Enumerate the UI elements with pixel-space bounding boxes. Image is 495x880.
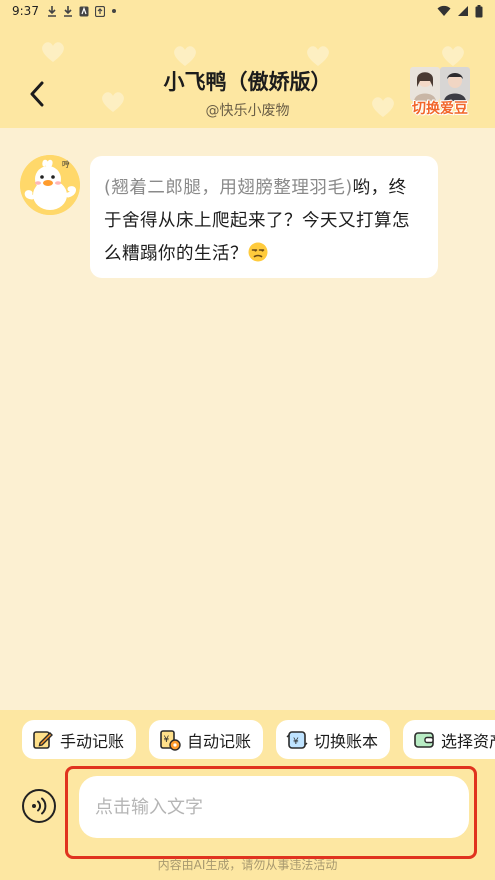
- chip-label: 选择资产: [441, 731, 495, 751]
- voice-input-button[interactable]: [22, 789, 56, 823]
- back-button[interactable]: [22, 78, 52, 110]
- manual-ledger-chip[interactable]: 手动记账: [22, 720, 137, 759]
- select-asset-chip[interactable]: 选择资产: [403, 720, 495, 759]
- decor-heart-icon: [307, 46, 329, 66]
- idol-avatars-icon: [410, 67, 470, 101]
- svg-text:¥: ¥: [293, 737, 299, 747]
- svg-text:哼: 哼: [62, 159, 70, 169]
- chip-label: 自动记账: [187, 731, 252, 751]
- edit-icon: [33, 730, 53, 749]
- svg-text:¥: ¥: [164, 735, 170, 745]
- dot-icon: [111, 9, 116, 13]
- status-time: 9:37: [12, 4, 39, 18]
- duck-icon: 哼: [20, 155, 80, 215]
- download-icon: [47, 6, 56, 17]
- chat-area[interactable]: 哼 (翘着二郎腿，用翅膀整理羽毛)哟，终于舍得从床上爬起来了？今天又打算怎么糟蹋…: [0, 128, 495, 710]
- message-bubble[interactable]: (翘着二郎腿，用翅膀整理羽毛)哟，终于舍得从床上爬起来了？今天又打算怎么糟蹋你的…: [90, 156, 438, 278]
- duck-avatar[interactable]: 哼: [20, 155, 80, 215]
- decor-heart-icon: [442, 46, 464, 66]
- page-subtitle: @快乐小废物: [205, 103, 290, 119]
- download-icon: [63, 6, 72, 17]
- ai-disclaimer: 内容由AI生成，请勿从事违法活动: [157, 858, 338, 872]
- back-arrow-icon: [30, 81, 44, 107]
- auto-ledger-chip[interactable]: ¥ 自动记账: [149, 720, 264, 759]
- chat-screen: 9:37 小飞鸭（傲娇版） @快乐小废物 切换爱豆 哼 (翘着二郎腿，用翅膀整理…: [0, 0, 495, 880]
- header: 9:37 小飞鸭（傲娇版） @快乐小废物 切换爱豆: [0, 0, 495, 128]
- status-bar: 9:37: [0, 0, 495, 22]
- switch-idol-label: 切换爱豆: [412, 101, 468, 117]
- decor-heart-icon: [42, 42, 64, 62]
- voice-icon: [32, 797, 47, 815]
- battery-icon: [475, 4, 483, 17]
- message-input[interactable]: [79, 776, 469, 838]
- message-action-text: (翘着二郎腿，用翅膀整理羽毛): [104, 178, 353, 198]
- unamused-face-icon: [248, 242, 268, 262]
- switch-ledger-chip[interactable]: ¥ 切换账本: [276, 720, 391, 759]
- title-block: 小飞鸭（傲娇版） @快乐小废物: [100, 66, 395, 120]
- auto-ledger-icon: ¥: [160, 729, 181, 751]
- switch-ledger-icon: ¥: [286, 730, 308, 749]
- chip-label: 手动记账: [60, 731, 125, 751]
- page-title: 小飞鸭（傲娇版）: [163, 70, 332, 94]
- notification-a-icon: [79, 6, 89, 16]
- quick-actions: 手动记账 ¥ 自动记账 ¥ 切换账本 选择资: [22, 720, 495, 760]
- wallet-icon: [414, 731, 434, 748]
- switch-idol-button[interactable]: 切换爱豆: [404, 67, 476, 121]
- wifi-icon: [437, 5, 451, 16]
- decor-heart-icon: [174, 46, 196, 66]
- signal-icon: [458, 6, 468, 16]
- bottom-panel: 手动记账 ¥ 自动记账 ¥ 切换账本 选择资 点击输入文字 内容由AI生成，请勿…: [0, 710, 495, 880]
- chip-label: 切换账本: [314, 731, 379, 751]
- notification-app-icon: [94, 5, 105, 17]
